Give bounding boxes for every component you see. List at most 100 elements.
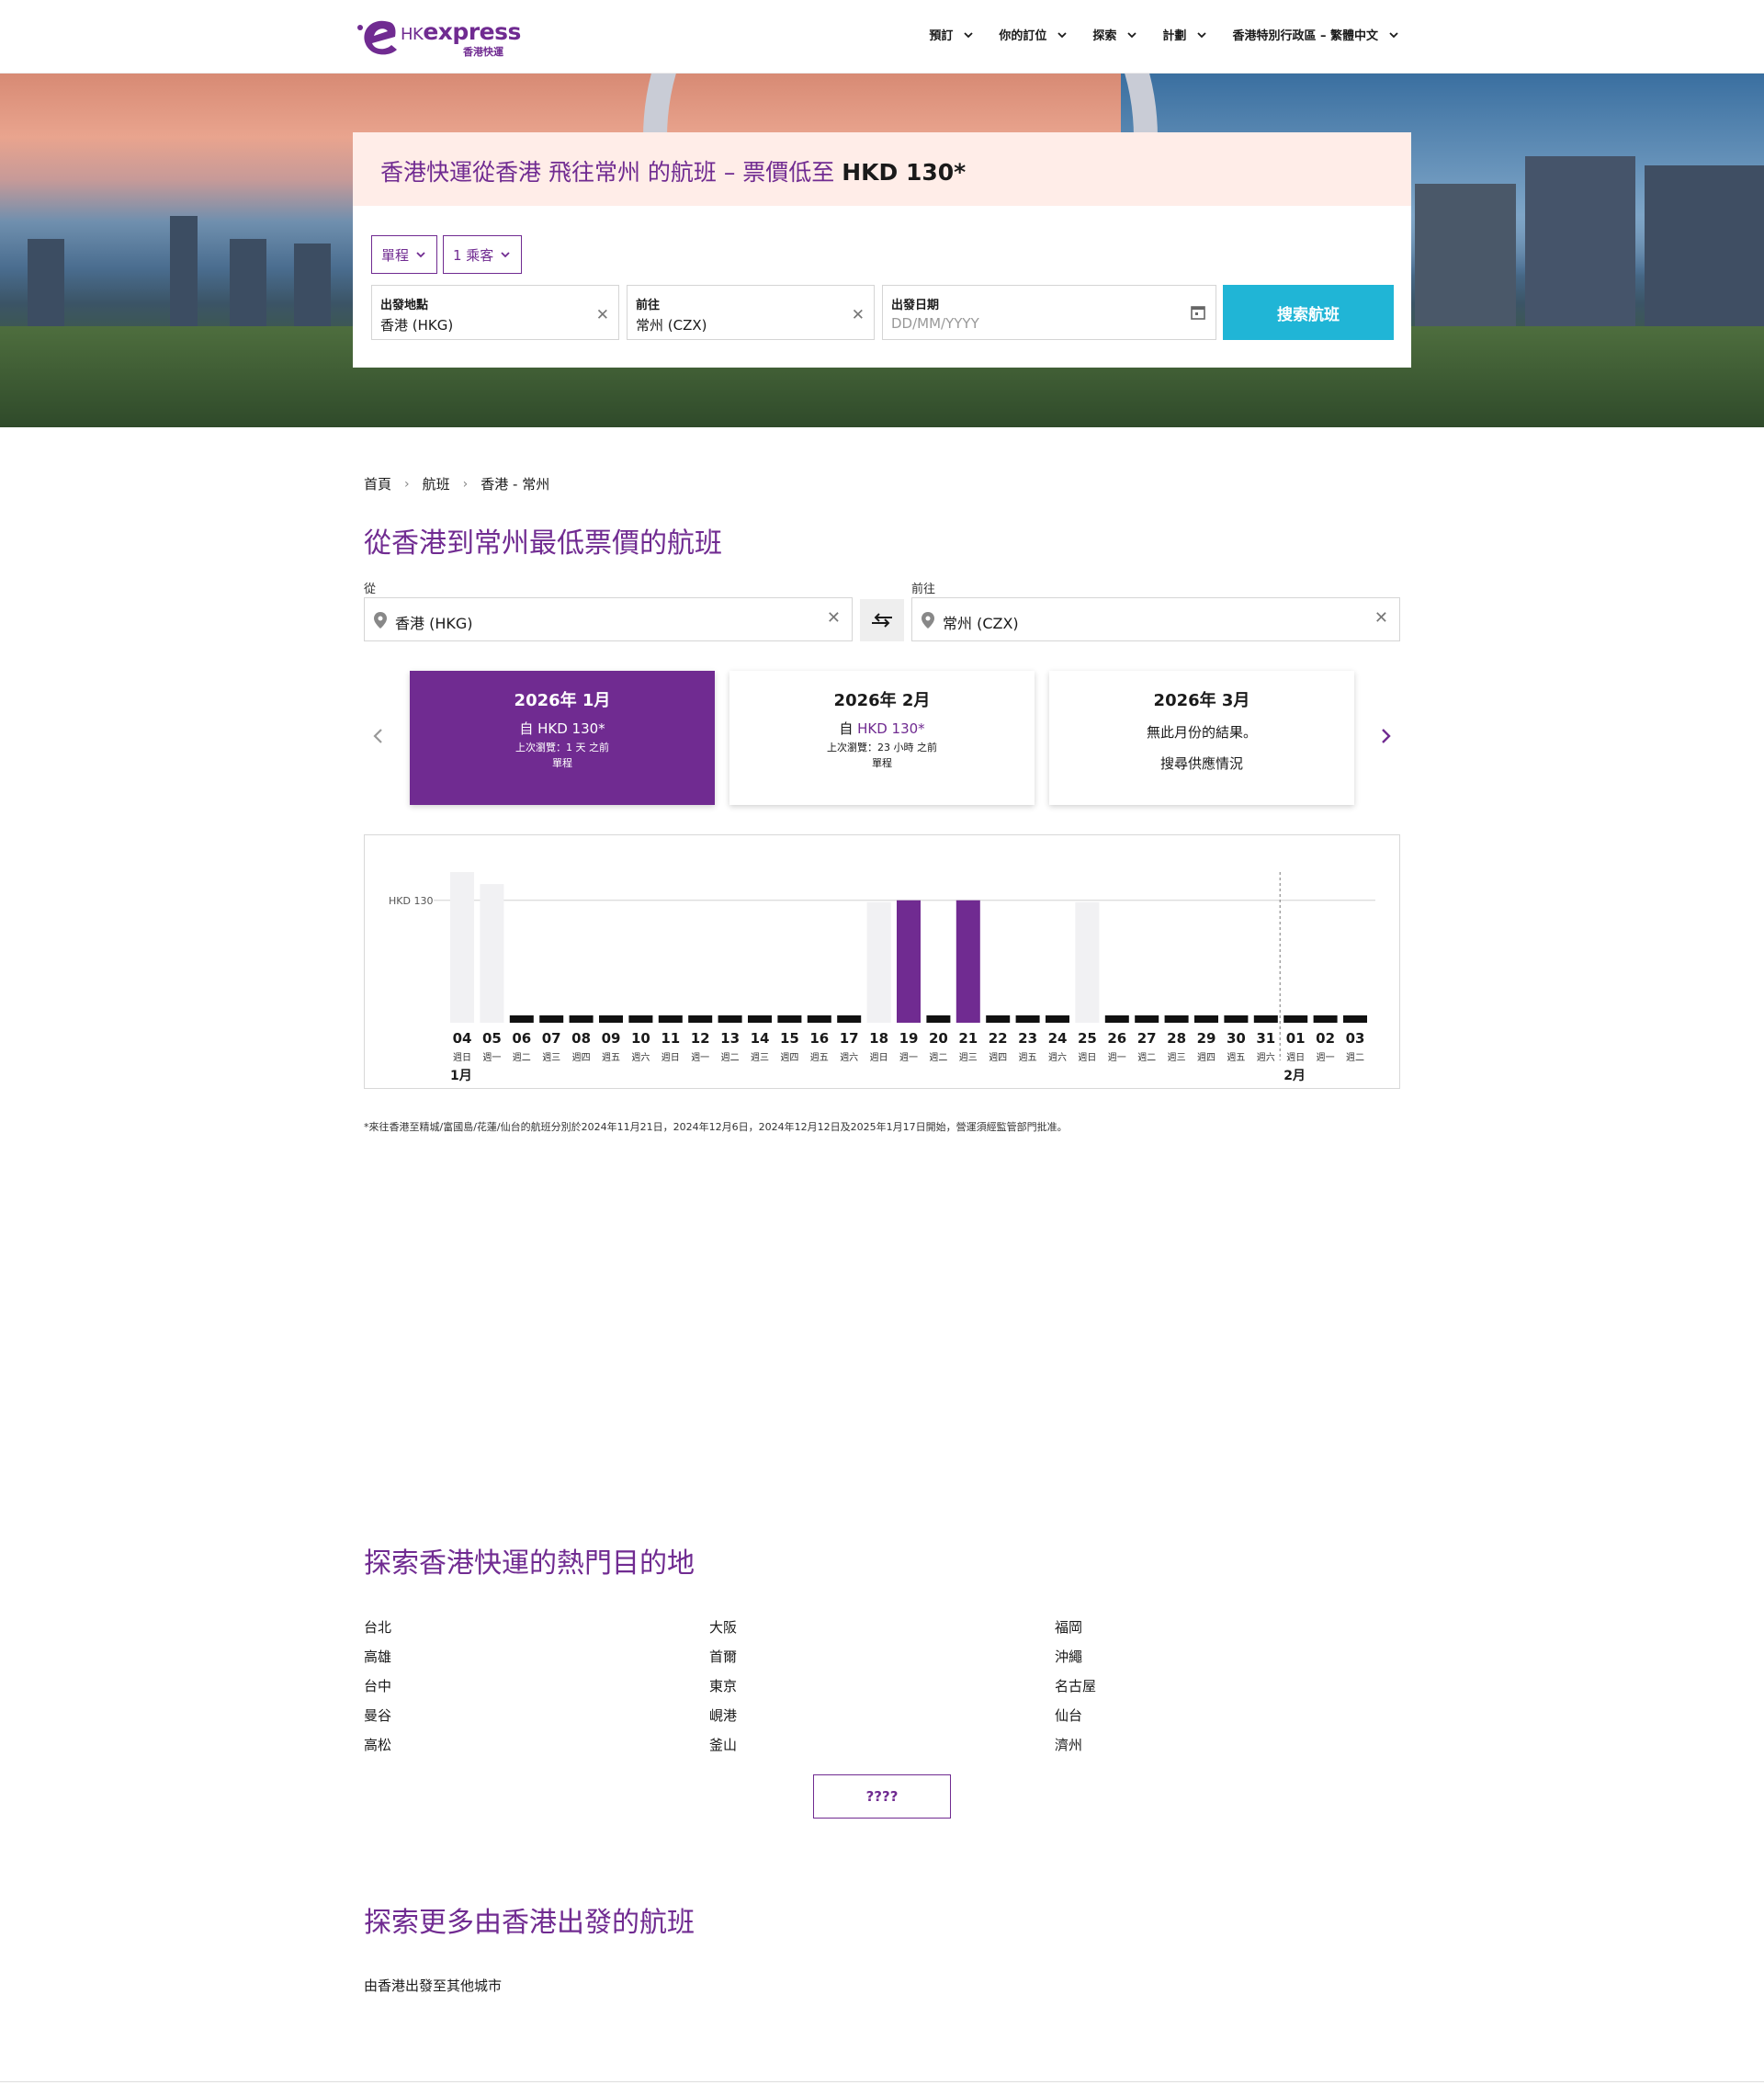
destination-link[interactable]: 東京: [709, 1676, 737, 1695]
weekday-tick-label: 週一: [1317, 1052, 1335, 1063]
date-tick-label: 24: [1048, 1030, 1068, 1047]
month-price: 自 HKD 130*: [519, 720, 605, 737]
no-flight-bar: [1046, 1015, 1069, 1023]
destination-link[interactable]: 沖繩: [1055, 1647, 1082, 1666]
no-flight-bar: [509, 1015, 534, 1023]
clear-icon[interactable]: ✕: [852, 306, 865, 324]
date-tick-label: 22: [989, 1030, 1008, 1047]
nav-booking[interactable]: 預訂: [929, 26, 975, 43]
month-search-availability[interactable]: 搜尋供應情況: [1049, 754, 1354, 773]
weekday-tick-label: 週二: [929, 1052, 947, 1063]
destination-link[interactable]: 台中: [364, 1676, 391, 1695]
no-flight-bar: [1015, 1015, 1040, 1023]
search-flights-button[interactable]: 搜索航班: [1223, 285, 1394, 340]
month-way: 單程: [552, 757, 572, 769]
destination-link[interactable]: 仙台: [1055, 1705, 1082, 1725]
clear-icon[interactable]: ✕: [596, 306, 609, 324]
breadcrumb-home[interactable]: 首頁: [364, 474, 391, 493]
other-cities-link[interactable]: 由香港出發至其他城市: [364, 1976, 502, 1995]
no-flight-bar: [1313, 1015, 1338, 1023]
departure-date-label: 出發日期: [891, 299, 940, 312]
nav-explore[interactable]: 探索: [1092, 26, 1138, 43]
destination-link[interactable]: 濟州: [1055, 1735, 1082, 1754]
swap-route-button[interactable]: [860, 599, 904, 641]
route-destination-input[interactable]: 常州 (CZX) ✕: [911, 597, 1400, 641]
unavailable-bar: [866, 901, 891, 1023]
weekday-tick-label: 週日: [870, 1052, 888, 1063]
origin-field[interactable]: 出發地點 香港 (HKG) ✕: [371, 285, 619, 340]
month-way: 單程: [872, 757, 892, 769]
nav-my-booking[interactable]: 你的訂位: [999, 26, 1069, 43]
destination-link[interactable]: 高雄: [364, 1647, 391, 1666]
route-destination-value: 常州 (CZX): [943, 615, 1019, 632]
no-flight-bar: [1283, 1015, 1308, 1023]
date-tick-label: 21: [958, 1030, 978, 1047]
no-flight-bar: [628, 1015, 653, 1023]
destination-field[interactable]: 前往 常州 (CZX) ✕: [627, 285, 875, 340]
more-destinations-button[interactable]: ????: [813, 1774, 951, 1819]
date-tick-label: 28: [1167, 1030, 1186, 1047]
swap-arrows-icon: [872, 613, 892, 628]
search-panel-title: 香港快運從香港 飛往常州 的航班 – 票價低至 HKD 130*: [380, 159, 967, 186]
route-origin-input[interactable]: 香港 (HKG) ✕: [364, 597, 853, 641]
passenger-select[interactable]: 1 乘客: [443, 235, 523, 274]
no-flight-bar: [688, 1015, 713, 1023]
footnote: *來往香港至精城/富國島/花蓮/仙台的航班分別於2024年11月21日，2024…: [364, 1121, 1068, 1133]
date-tick-label: 29: [1197, 1030, 1216, 1047]
chevron-down-icon: [501, 252, 510, 258]
destination-link[interactable]: 名古屋: [1055, 1676, 1096, 1695]
month-price: 自 HKD 130*: [839, 720, 925, 737]
trip-type-select[interactable]: 單程: [371, 235, 438, 274]
destination-link[interactable]: 台北: [364, 1617, 391, 1637]
weekday-tick-label: 週日: [453, 1052, 471, 1063]
destination-link[interactable]: 峴港: [709, 1705, 737, 1725]
date-tick-label: 20: [929, 1030, 948, 1047]
chevron-down-icon: [1389, 31, 1398, 38]
chevron-right-icon: ›: [462, 476, 469, 492]
month-card-mar[interactable]: 2026年 3月 無此月份的結果。 搜尋供應情況: [1049, 671, 1354, 805]
weekday-tick-label: 週二: [513, 1052, 531, 1063]
chevron-left-icon[interactable]: [368, 725, 390, 747]
unavailable-bar: [480, 884, 504, 1023]
no-flight-bar: [1224, 1015, 1249, 1023]
destination-link[interactable]: 大阪: [709, 1617, 737, 1637]
location-pin-icon: [922, 612, 934, 629]
nav-language[interactable]: 香港特別行政區 – 繁體中文: [1232, 26, 1400, 43]
month-card-feb[interactable]: 2026年 2月 自 HKD 130* 上次瀏覽：23 小時 之前 單程: [729, 671, 1035, 805]
origin-value: 香港 (HKG): [380, 317, 454, 334]
weekday-tick-label: 週五: [1019, 1052, 1037, 1063]
month-card-jan[interactable]: 2026年 1月 自 HKD 130* 上次瀏覽：1 天 之前 單程: [410, 671, 715, 805]
departure-date-field[interactable]: 出發日期 DD/MM/YYYY: [882, 285, 1216, 340]
calendar-icon[interactable]: [1190, 304, 1206, 321]
month-title: 2026年 1月: [514, 691, 611, 710]
clear-icon[interactable]: ✕: [827, 608, 841, 628]
date-tick-label: 07: [542, 1030, 561, 1047]
weekday-tick-label: 週二: [1346, 1052, 1364, 1063]
weekday-tick-label: 週二: [721, 1052, 740, 1063]
weekday-tick-label: 週四: [780, 1052, 798, 1063]
month-title: 2026年 2月: [833, 691, 931, 710]
destination-link[interactable]: 釜山: [709, 1735, 737, 1754]
weekday-tick-label: 週二: [1137, 1052, 1156, 1063]
date-tick-label: 31: [1256, 1030, 1275, 1047]
weekday-tick-label: 週一: [1108, 1052, 1126, 1063]
hkexpress-logo[interactable]: HKexpress 香港快運: [355, 15, 521, 59]
destination-link[interactable]: 曼谷: [364, 1705, 391, 1725]
weekday-tick-label: 週一: [691, 1052, 709, 1063]
date-tick-label: 23: [1018, 1030, 1037, 1047]
destination-link[interactable]: 高松: [364, 1735, 391, 1754]
unavailable-bar: [450, 872, 474, 1023]
nav-plan[interactable]: 計劃: [1162, 26, 1208, 43]
fare-chart: HKD 130 04 週日 05 週一 06 週二 07 週三 08 週四 09 週五 10 週六 11 週日 1…: [364, 834, 1400, 1089]
weekday-tick-label: 週六: [1257, 1052, 1275, 1063]
date-tick-label: 15: [780, 1030, 799, 1047]
destination-link[interactable]: 首爾: [709, 1647, 737, 1666]
more-flights-title: 探索更多由香港出發的航班: [364, 1907, 695, 1939]
clear-icon[interactable]: ✕: [1374, 608, 1388, 628]
destination-link[interactable]: 福岡: [1055, 1617, 1082, 1637]
chevron-right-icon[interactable]: [1374, 725, 1396, 747]
no-flight-bar: [599, 1015, 623, 1023]
no-flight-bar: [539, 1015, 564, 1023]
date-tick-label: 16: [809, 1030, 829, 1047]
breadcrumb-flights[interactable]: 航班: [423, 474, 450, 493]
